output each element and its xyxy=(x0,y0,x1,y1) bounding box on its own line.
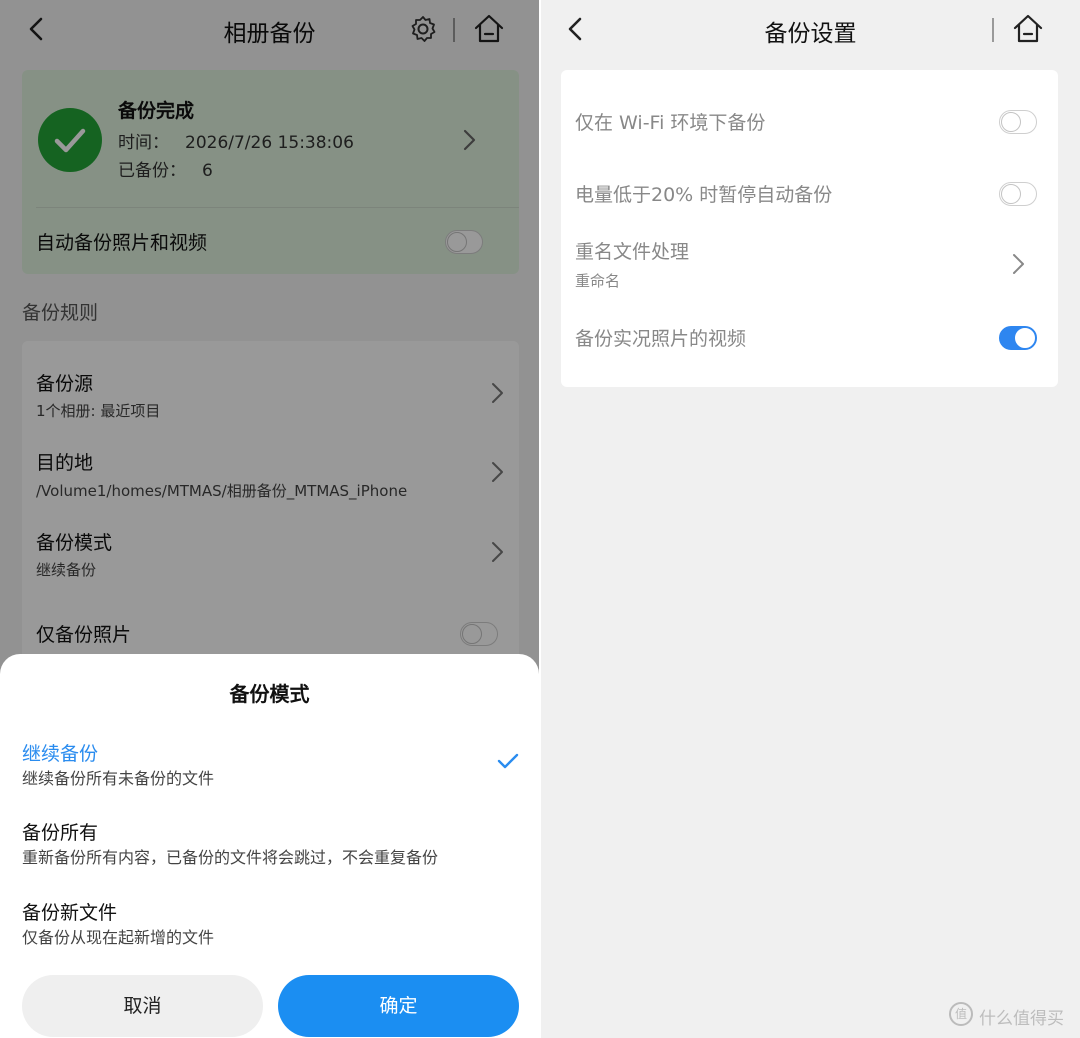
page-title: 备份设置 xyxy=(764,21,857,47)
duplicate-name-label: 重名文件处理 xyxy=(575,241,690,263)
album-backup-screen: 相册备份 备份完成 时间： 2026/7/26 15:38:06 已备份： 6 自动… xyxy=(0,0,539,1038)
top-bar: 备份设置 xyxy=(541,0,1080,60)
sheet-title: 备份模式 xyxy=(229,682,310,706)
option-title: 继续备份 xyxy=(22,743,99,765)
toggle-knob xyxy=(1001,112,1021,132)
duplicate-name-value: 重命名 xyxy=(575,272,621,290)
live-photo-video-label: 备份实况照片的视频 xyxy=(575,328,747,350)
chevron-right-icon xyxy=(1013,254,1024,274)
toggle-knob xyxy=(1015,328,1035,348)
toggle-knob xyxy=(1001,184,1021,204)
live-photo-video-toggle[interactable] xyxy=(999,326,1037,350)
option-title: 备份所有 xyxy=(22,822,99,844)
option-desc: 重新备份所有内容，已备份的文件将会跳过，不会重复备份 xyxy=(22,848,439,867)
option-desc: 继续备份所有未备份的文件 xyxy=(22,769,215,788)
wifi-only-label: 仅在 Wi-Fi 环境下备份 xyxy=(575,112,766,134)
header-separator xyxy=(992,18,994,42)
selected-check-icon xyxy=(497,753,519,769)
option-title: 备份新文件 xyxy=(22,902,118,924)
watermark-text: 什么值得买 xyxy=(979,1009,1064,1029)
backup-settings-screen: 备份设置 仅在 Wi-Fi 环境下备份 电量低于20% 时暂停自动备份 重名文件… xyxy=(541,0,1080,1038)
backup-mode-sheet: 备份模式 继续备份 继续备份所有未备份的文件 备份所有 重新备份所有内容，已备份… xyxy=(0,654,539,1038)
option-desc: 仅备份从现在起新增的文件 xyxy=(22,928,215,947)
home-icon[interactable] xyxy=(1011,12,1045,46)
wifi-only-toggle[interactable] xyxy=(999,110,1037,134)
low-battery-toggle[interactable] xyxy=(999,182,1037,206)
low-battery-label: 电量低于20% 时暂停自动备份 xyxy=(575,184,833,206)
confirm-button[interactable]: 确定 xyxy=(278,975,519,1037)
cancel-button[interactable]: 取消 xyxy=(22,975,263,1037)
watermark-logo-icon: 值 xyxy=(949,1002,973,1026)
settings-card: 仅在 Wi-Fi 环境下备份 电量低于20% 时暂停自动备份 重名文件处理 重命… xyxy=(561,70,1058,387)
